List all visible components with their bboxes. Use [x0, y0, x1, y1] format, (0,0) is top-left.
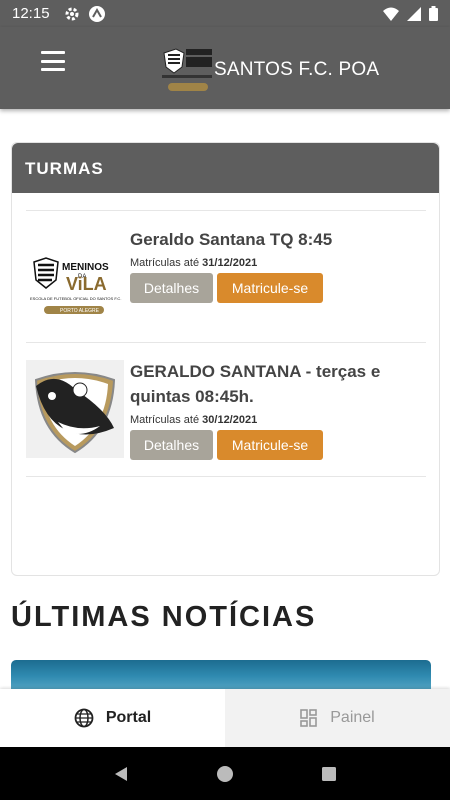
- news-image[interactable]: [11, 660, 431, 689]
- course-title: GERALDO SANTANA - terças e quintas 08:45…: [130, 362, 381, 406]
- app-notification-icon: [88, 5, 105, 22]
- nav-panel-label: Painel: [330, 709, 375, 726]
- enroll-button[interactable]: Matricule-se: [217, 430, 323, 460]
- course-item: MENINOS DA ViLA ESCOLA DE FUTEBOL OFICIA…: [26, 210, 426, 342]
- course-deadline: Matrículas até 30/12/2021: [130, 414, 420, 426]
- recents-icon[interactable]: [321, 766, 337, 782]
- turmas-header: TURMAS: [12, 143, 439, 193]
- app-bar: SANTOS F.C. POA: [0, 27, 450, 109]
- course-item: GERALDO SANTANA - terças e quintas 08:45…: [26, 342, 426, 476]
- deadline-label: Matrículas até: [130, 257, 200, 269]
- wifi-icon: [383, 7, 399, 21]
- deadline-date: 30/12/2021: [202, 414, 258, 426]
- course-actions: Detalhes Matricule-se: [130, 430, 420, 460]
- nav-portal[interactable]: Portal: [0, 689, 225, 747]
- main-content: TURMAS MENINOS DA ViLA ESCOLA DE FUTEBOL…: [0, 109, 450, 689]
- svg-text:PORTO ALEGRE: PORTO ALEGRE: [60, 308, 100, 314]
- bottom-nav: Portal Painel: [0, 689, 450, 747]
- course-title: Geraldo Santana TQ 8:45: [130, 230, 333, 249]
- brand: SANTOS F.C. POA: [160, 45, 379, 95]
- globe-icon: [74, 708, 94, 728]
- news-heading: ÚLTIMAS NOTÍCIAS: [11, 601, 317, 633]
- divider: [26, 476, 426, 477]
- dashboard-icon: [300, 709, 318, 727]
- course-info: Geraldo Santana TQ 8:45 Matrículas até 3…: [130, 227, 420, 303]
- status-bar: 12:15: [0, 0, 450, 27]
- nav-portal-label: Portal: [105, 709, 152, 726]
- deadline-date: 31/12/2021: [202, 257, 258, 269]
- course-deadline: Matrículas até 31/12/2021: [130, 257, 420, 269]
- orca-shield-logo: [26, 360, 124, 458]
- menu-icon[interactable]: [41, 51, 65, 71]
- nav-panel[interactable]: Painel: [225, 689, 450, 747]
- turmas-card: TURMAS MENINOS DA ViLA ESCOLA DE FUTEBOL…: [11, 142, 440, 576]
- course-info: GERALDO SANTANA - terças e quintas 08:45…: [130, 359, 420, 460]
- status-time: 12:15: [12, 5, 50, 22]
- signal-icon: [407, 6, 421, 21]
- svg-text:MENINOS: MENINOS: [62, 262, 109, 273]
- svg-text:ESCOLA DE FUTEBOL OFICIAL DO S: ESCOLA DE FUTEBOL OFICIAL DO SANTOS F.C.: [30, 296, 121, 301]
- home-icon[interactable]: [216, 765, 234, 783]
- settings-icon: [65, 7, 79, 20]
- course-actions: Detalhes Matricule-se: [130, 273, 420, 303]
- svg-text:ViLA: ViLA: [66, 274, 107, 294]
- back-icon[interactable]: [113, 766, 129, 782]
- meninos-da-vila-logo: [160, 45, 214, 95]
- enroll-button[interactable]: Matricule-se: [217, 273, 323, 303]
- details-button[interactable]: Detalhes: [130, 273, 213, 303]
- details-button[interactable]: Detalhes: [130, 430, 213, 460]
- system-nav-bar: [0, 747, 450, 800]
- app-title: SANTOS F.C. POA: [214, 59, 380, 80]
- meninos-da-vila-logo: MENINOS DA ViLA ESCOLA DE FUTEBOL OFICIA…: [30, 257, 121, 314]
- battery-icon: [429, 6, 438, 21]
- deadline-label: Matrículas até: [130, 414, 200, 426]
